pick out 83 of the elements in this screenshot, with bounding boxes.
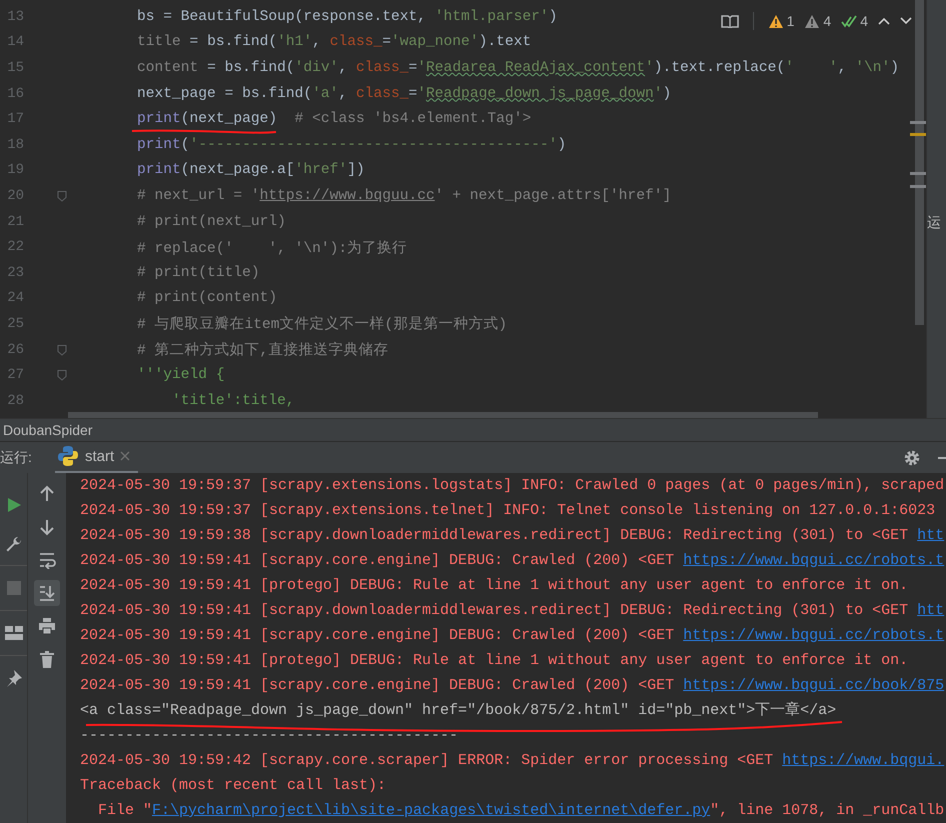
console-text: 2024-05-30 19:59:41 [scrapy.core.engine] DEBUG: Crawled (200) <GET: [80, 627, 676, 644]
console-text: 2024-05-30 19:59:37 [scrapy.extensions.logstats] INFO: Crawled 0 pages (at 0 pages/min), scraped: [80, 477, 944, 494]
console-text: ------------------------------------------: [80, 727, 458, 744]
console-text: <a class="Readpage_down js_page_down" href="/book/875/2.html" id="pb_next">下一章</a>: [80, 702, 836, 719]
python-icon: [57, 445, 79, 467]
code-line: # replace(' ', '\n'):为了换行: [137, 239, 408, 257]
fold-marker-icon[interactable]: [56, 344, 68, 356]
run-label: 运行:: [0, 448, 33, 466]
line-number: 14: [6, 34, 24, 50]
line-number: 22: [6, 239, 24, 256]
arrow-down-icon[interactable]: [38, 518, 56, 536]
console-link[interactable]: https://www.bqgui.: [782, 752, 944, 769]
console-text: Traceback (most recent call last):: [80, 777, 386, 794]
fold-marker-icon[interactable]: [56, 190, 68, 202]
console-link[interactable]: htt: [917, 602, 944, 619]
line-number: 21: [6, 214, 24, 230]
code-line: # 与爬取豆瓣在item文件定义不一样(那是第一种方式): [137, 314, 508, 334]
layout-icon[interactable]: [4, 626, 22, 640]
line-number: 23: [6, 264, 24, 281]
console-text: ", line 1078, in _runCallb: [710, 802, 944, 819]
inspection-counter[interactable]: 4: [841, 13, 868, 29]
scrollbar-thumb[interactable]: [68, 412, 818, 418]
console-text: 2024-05-30 19:59:41 [protego] DEBUG: Rule at line 1 without any user agent to enforce it on.: [80, 652, 908, 669]
code-line: bs = BeautifulSoup(response.text, 'html.parser'): [137, 8, 558, 25]
code-line: '''yield {: [137, 367, 225, 384]
line-number: 26: [6, 342, 24, 358]
code-line: # print(content): [137, 290, 278, 306]
console-text: 2024-05-30 19:59:41 [scrapy.downloadermiddlewares.redirect] DEBUG: Redirecting (301) to <GET: [80, 602, 910, 619]
console-link[interactable]: htt: [917, 527, 944, 544]
code-line: # next_url = 'https://www.bqguu.cc' + next_page.attrs['href']: [137, 188, 672, 204]
code-line: # print(next_url): [137, 214, 286, 230]
project-name: DoubanSpider: [3, 422, 93, 438]
double-check-icon: [841, 14, 858, 28]
settings-icon[interactable]: [903, 448, 921, 466]
trash-icon[interactable]: [38, 650, 56, 668]
console-link[interactable]: https://www.bqgui.cc/robots.t: [683, 552, 944, 569]
code-line: print(next_page.a['href']): [137, 162, 365, 178]
code-line: print(next_page) # <class 'bs4.element.Tag'>: [137, 111, 532, 128]
line-number: 17: [6, 111, 24, 128]
console-text: 2024-05-30 19:59:42 [scrapy.core.scraper] ERROR: Spider error processing <GET: [80, 752, 774, 769]
code-line: 'title':title,: [171, 392, 295, 409]
code-line: content = bs.find('div', class_='Readarea ReadAjax_content').text.replace(' ', '\n'): [137, 60, 899, 76]
chevron-down-icon[interactable]: [900, 17, 912, 25]
run-icon[interactable]: [6, 497, 22, 513]
chevron-up-icon[interactable]: [878, 17, 890, 25]
code-line: print('----------------------------------------'): [137, 136, 566, 153]
line-number: 28: [6, 392, 24, 409]
console-text: File ": [97, 802, 152, 819]
scrollbar-thumb[interactable]: [915, 0, 924, 325]
code-line: next_page = bs.find('a', class_='Readpage_down js_page_down'): [137, 86, 672, 102]
line-number: 20: [6, 188, 24, 204]
wrench-icon[interactable]: [4, 536, 22, 554]
pin-icon[interactable]: [4, 669, 22, 687]
console-text: 2024-05-30 19:59:41 [scrapy.core.engine] DEBUG: Crawled (200) <GET: [80, 677, 676, 694]
inspection-counter[interactable]: 4: [804, 13, 832, 29]
tool-window-label[interactable]: 运: [927, 214, 943, 232]
line-number: 19: [6, 162, 24, 178]
line-number: 25: [6, 316, 24, 332]
line-number: 27: [6, 367, 24, 384]
code-line: # 第二种方式如下,直接推送字典储存: [137, 340, 388, 360]
line-number: 24: [6, 290, 24, 306]
console-link[interactable]: https://www.bqgui.cc/book/875: [683, 677, 944, 694]
console-link[interactable]: F:\pycharm\project\lib\site-packages\twisted\internet\defer.py: [152, 802, 710, 819]
soft-wrap-icon[interactable]: [38, 551, 56, 569]
toggle-button[interactable]: [34, 580, 60, 606]
line-number: 13: [6, 8, 24, 25]
scroll-to-end-icon: [38, 584, 56, 602]
book-icon[interactable]: [720, 14, 739, 28]
line-number: 16: [6, 86, 24, 102]
console-text: 2024-05-30 19:59:41 [scrapy.core.engine] DEBUG: Crawled (200) <GET: [80, 552, 676, 569]
fold-marker-icon[interactable]: [56, 369, 68, 382]
console-text: 2024-05-30 19:59:41 [protego] DEBUG: Rule at line 1 without any user agent to enforce it on.: [80, 577, 908, 594]
line-number: 15: [6, 60, 24, 76]
code-line: # print(title): [137, 264, 260, 281]
minimize-icon[interactable]: [938, 456, 946, 460]
console-text: 2024-05-30 19:59:37 [scrapy.extensions.telnet] INFO: Telnet console listening on 127.0.0.1:6023: [80, 502, 936, 519]
console-text: 2024-05-30 19:59:38 [scrapy.downloadermiddlewares.redirect] DEBUG: Redirecting (301) to <GET: [80, 527, 910, 544]
code-line: title = bs.find('h1', class_='wap_none').text: [137, 34, 532, 50]
inspection-counter[interactable]: 1: [768, 13, 794, 29]
line-number: 18: [6, 136, 24, 153]
console-link[interactable]: https://www.bqgui.cc/robots.t: [683, 627, 944, 644]
arrow-up-icon[interactable]: [38, 485, 56, 503]
printer-icon[interactable]: [38, 617, 56, 635]
